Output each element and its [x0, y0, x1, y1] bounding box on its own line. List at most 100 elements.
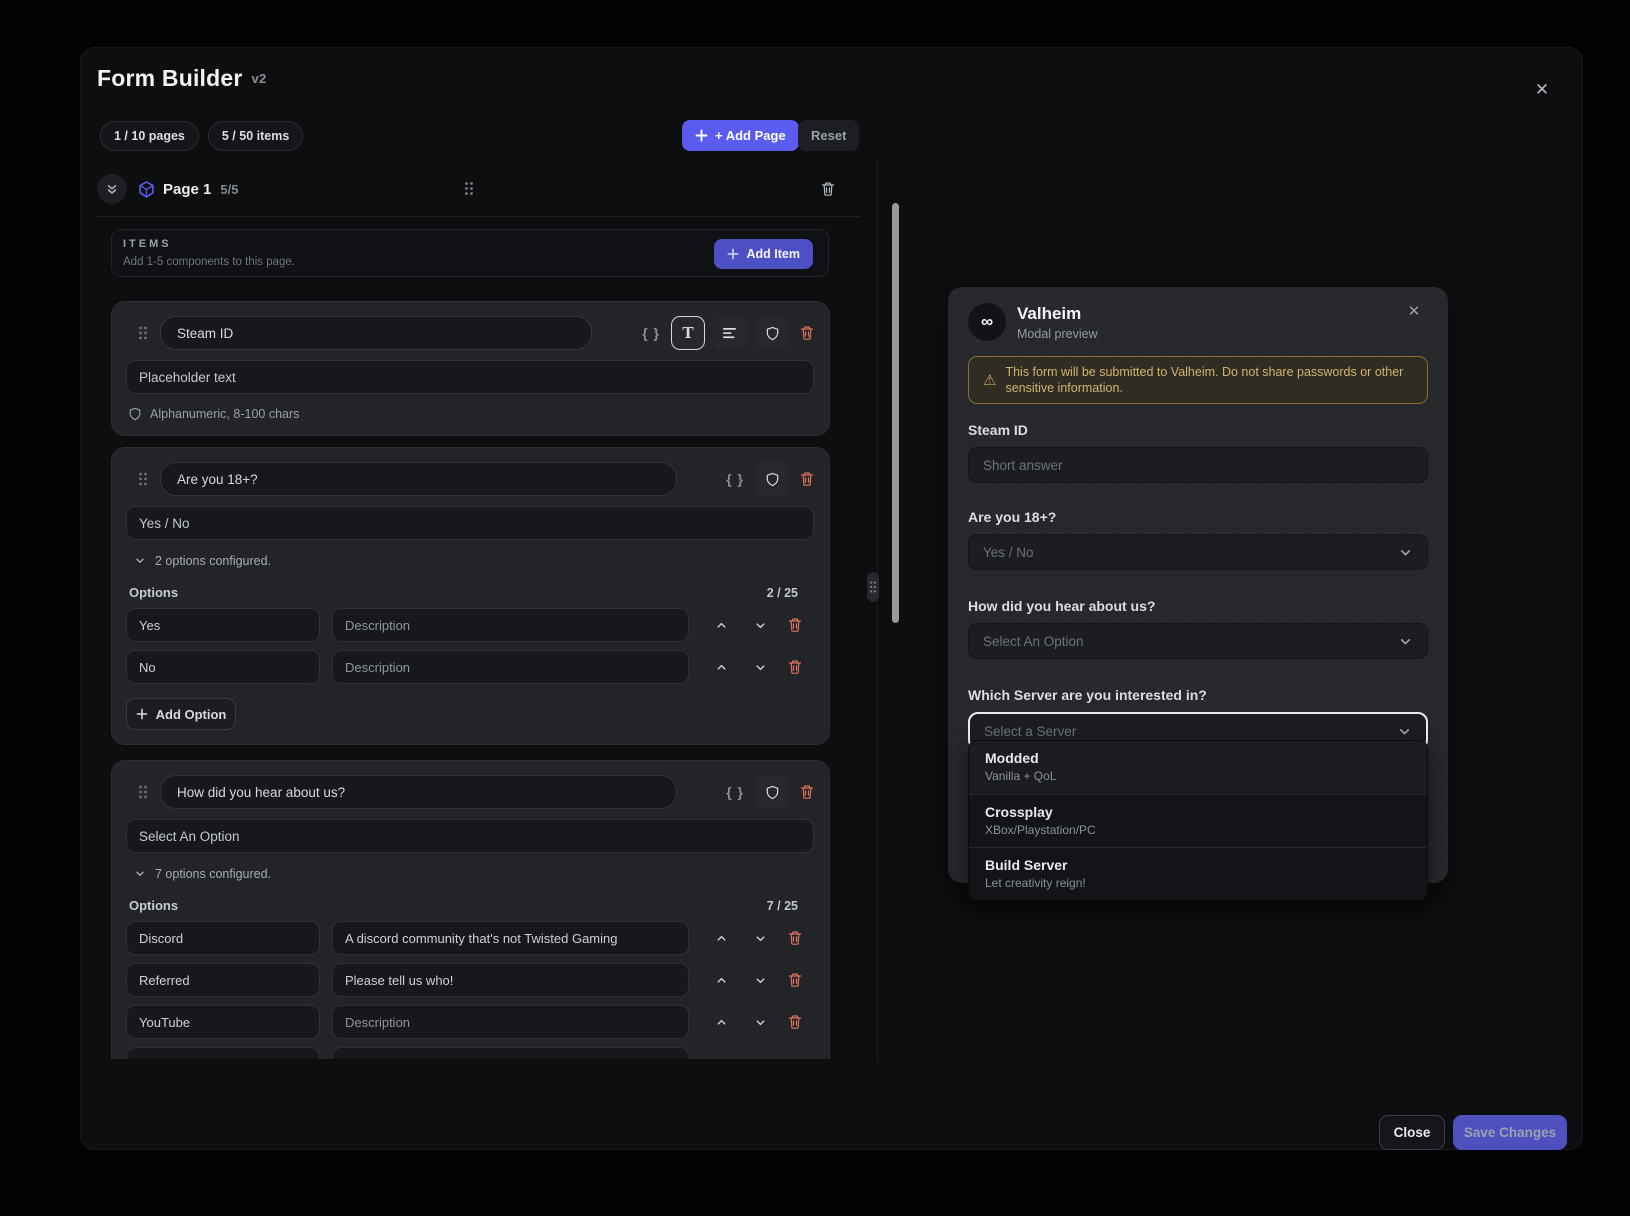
option-description-input[interactable] — [332, 650, 689, 684]
option-name-input[interactable] — [126, 650, 320, 684]
shield-icon — [128, 407, 142, 421]
validation-button[interactable] — [755, 775, 789, 809]
dropdown-option-build-server[interactable]: Build Server Let creativity reign! — [969, 847, 1427, 900]
page-drag-handle[interactable] — [463, 180, 475, 202]
placeholder-text-input[interactable] — [126, 360, 814, 394]
question-label-input[interactable] — [160, 775, 677, 809]
move-option-up-button[interactable] — [715, 974, 728, 987]
delete-option-button[interactable] — [787, 1014, 803, 1030]
reset-button[interactable]: Reset — [798, 120, 859, 151]
save-changes-button[interactable]: Save Changes — [1453, 1115, 1567, 1150]
question-label-input[interactable] — [160, 462, 677, 496]
items-count-badge: 5 / 50 items — [208, 121, 303, 151]
text-style-button[interactable]: T — [671, 316, 705, 350]
option-description-input[interactable] — [332, 1005, 689, 1039]
variables-button[interactable]: { } — [723, 471, 747, 487]
move-option-up-button[interactable] — [715, 619, 728, 632]
trash-icon — [787, 972, 803, 988]
close-button[interactable]: Close — [1379, 1115, 1445, 1150]
trash-icon — [799, 471, 815, 487]
delete-item-button[interactable] — [799, 325, 815, 341]
paragraph-style-button[interactable] — [713, 316, 747, 350]
chevron-up-icon — [715, 619, 728, 632]
panel-divider — [877, 160, 878, 1063]
option-name-input[interactable] — [126, 921, 320, 955]
move-option-down-button[interactable] — [754, 932, 767, 945]
trash-icon — [787, 617, 803, 633]
short-answer-input[interactable]: Short answer — [968, 447, 1428, 483]
dropdown-option-modded[interactable]: Modded Vanilla + QoL — [969, 741, 1427, 794]
answer-placeholder-input[interactable] — [126, 819, 814, 853]
field-label: Which Server are you interested in? — [968, 687, 1428, 703]
warning-banner: ⚠ This form will be submitted to Valheim… — [968, 356, 1428, 404]
move-option-up-button[interactable] — [715, 932, 728, 945]
pages-count-badge: 1 / 10 pages — [100, 121, 199, 151]
delete-option-button[interactable] — [787, 930, 803, 946]
item-drag-handle[interactable] — [126, 325, 160, 341]
option-description-input[interactable] — [332, 1047, 689, 1059]
scrollbar[interactable] — [892, 203, 899, 623]
dropdown-option-crossplay[interactable]: Crossplay XBox/Playstation/PC — [969, 794, 1427, 847]
options-configured-toggle[interactable]: 7 options configured. — [126, 867, 815, 881]
move-option-down-button[interactable] — [754, 619, 767, 632]
option-name-input[interactable] — [126, 608, 320, 642]
options-configured-toggle[interactable]: 2 options configured. — [126, 554, 815, 568]
option-row — [126, 1005, 815, 1039]
delete-option-button[interactable] — [787, 617, 803, 633]
chevron-down-icon — [754, 619, 767, 632]
close-icon[interactable]: ✕ — [1402, 299, 1426, 323]
option-row — [126, 650, 815, 684]
option-description-input[interactable] — [332, 963, 689, 997]
counters: 1 / 10 pages 5 / 50 items — [100, 121, 303, 151]
move-option-down-button[interactable] — [754, 1016, 767, 1029]
move-option-up-button[interactable] — [715, 1016, 728, 1029]
options-counter: 7 / 25 — [767, 899, 798, 913]
variables-button[interactable]: { } — [723, 784, 747, 800]
add-option-button[interactable]: Add Option — [126, 698, 236, 730]
options-label: Options — [129, 898, 178, 913]
validation-button[interactable] — [755, 316, 789, 350]
double-chevron-down-icon — [106, 183, 118, 196]
add-page-button[interactable]: + Add Page — [682, 120, 799, 151]
delete-item-button[interactable] — [799, 784, 815, 800]
item-drag-handle[interactable] — [126, 784, 160, 800]
delete-option-button[interactable] — [787, 972, 803, 988]
warning-text: This form will be submitted to Valheim. … — [1005, 364, 1413, 396]
question-label-input[interactable] — [160, 316, 592, 350]
move-option-up-button[interactable] — [715, 661, 728, 674]
close-icon[interactable]: ✕ — [1529, 77, 1555, 103]
delete-item-button[interactable] — [799, 471, 815, 487]
preview-subtitle: Modal preview — [1017, 327, 1098, 341]
option-description-input[interactable] — [332, 608, 689, 642]
move-option-down-button[interactable] — [754, 974, 767, 987]
trash-icon — [787, 659, 803, 675]
validation-button[interactable] — [755, 462, 789, 496]
items-panel: ITEMS Add 1-5 components to this page. A… — [111, 229, 829, 277]
collapse-page-button[interactable] — [97, 174, 127, 204]
drag-dots-icon — [137, 784, 149, 800]
age-select[interactable]: Yes / No — [968, 534, 1428, 570]
variables-button[interactable]: { } — [639, 325, 663, 341]
option-name-input[interactable] — [126, 1047, 320, 1059]
hear-about-us-select[interactable]: Select An Option — [968, 623, 1428, 659]
move-option-down-button[interactable] — [754, 661, 767, 674]
option-name-input[interactable] — [126, 1005, 320, 1039]
item-drag-handle[interactable] — [126, 471, 160, 487]
chevron-up-icon — [715, 974, 728, 987]
panel-resize-handle[interactable] — [867, 572, 879, 602]
shield-icon — [765, 785, 780, 800]
page-cube-icon — [138, 181, 155, 198]
delete-option-button[interactable] — [787, 659, 803, 675]
option-row — [126, 1047, 815, 1059]
page-name: Page 1 — [163, 181, 211, 198]
add-item-button[interactable]: Add Item — [714, 239, 813, 269]
option-name-input[interactable] — [126, 963, 320, 997]
delete-page-button[interactable] — [820, 181, 836, 197]
page-header-row: Page 1 5/5 — [97, 172, 861, 206]
trash-icon — [820, 181, 836, 197]
answer-placeholder-input[interactable] — [126, 506, 814, 540]
options-label: Options — [129, 585, 178, 600]
server-dropdown: Modded Vanilla + QoL Crossplay XBox/Play… — [968, 740, 1428, 901]
field-label: How did you hear about us? — [968, 598, 1428, 614]
option-description-input[interactable] — [332, 921, 689, 955]
